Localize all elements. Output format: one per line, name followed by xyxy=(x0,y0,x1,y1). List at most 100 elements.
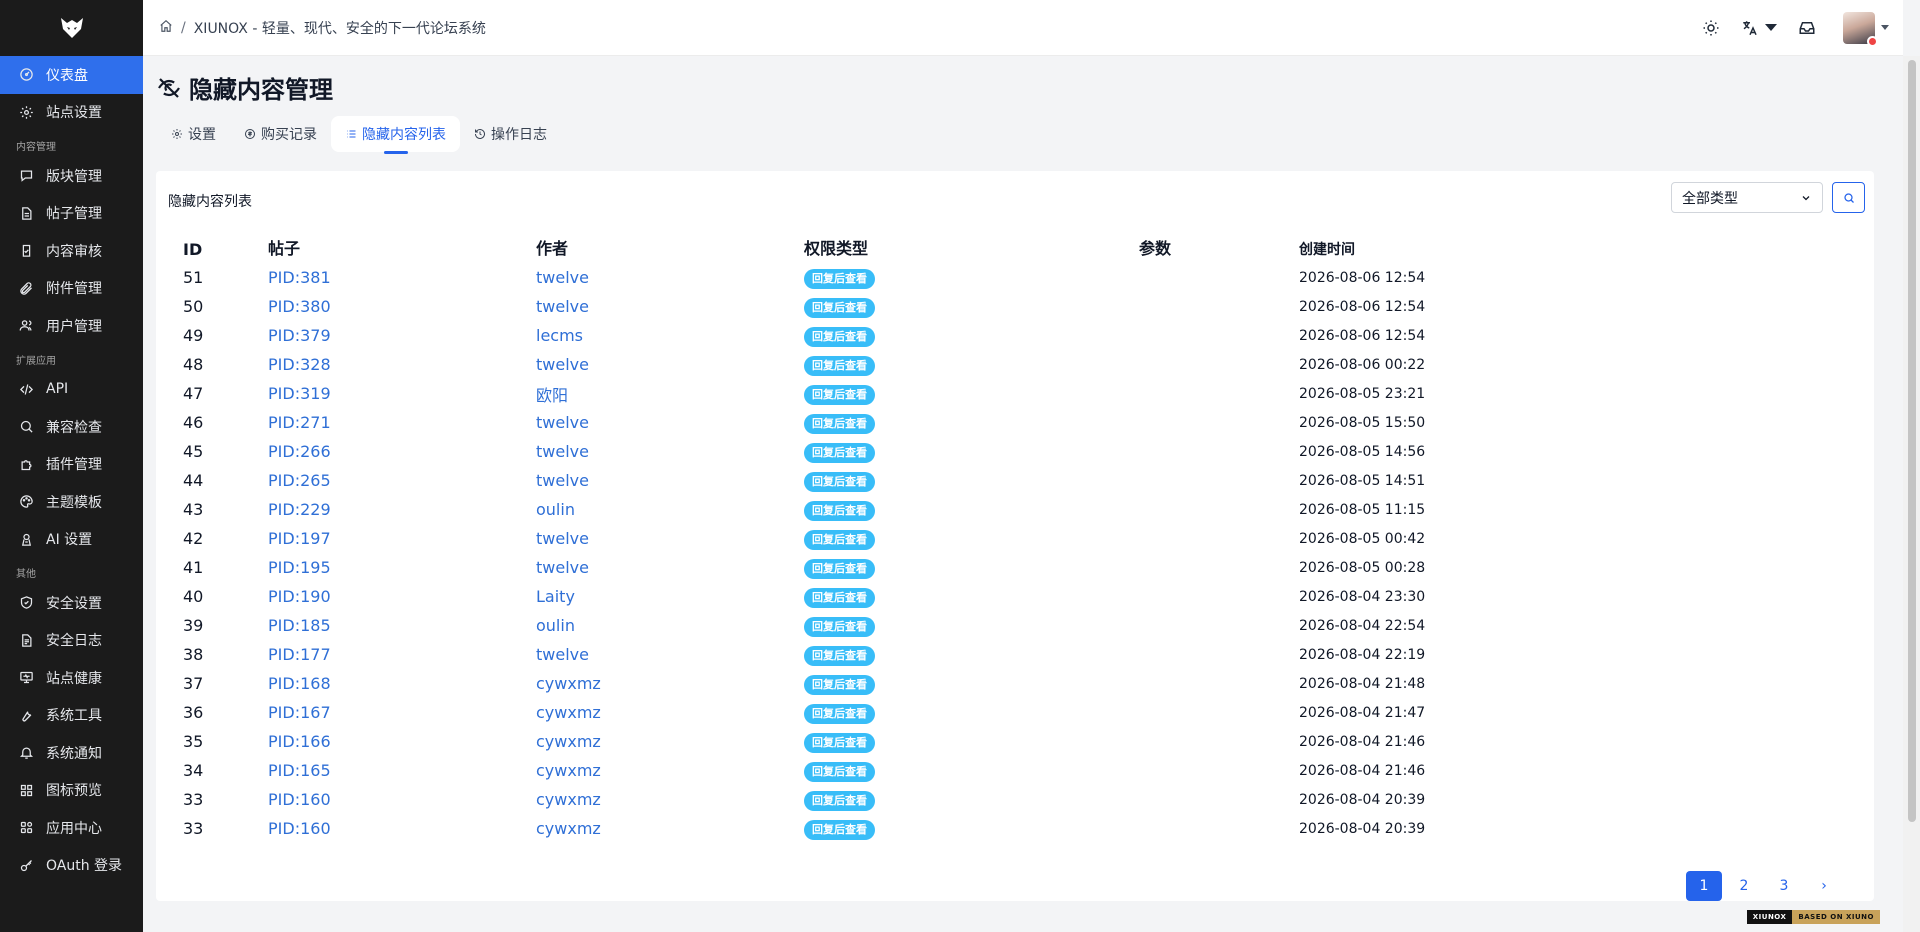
page-button-3[interactable]: 3 xyxy=(1766,871,1802,901)
tab-coin[interactable]: 购买记录 xyxy=(230,116,331,152)
sidebar-item-bell[interactable]: 系统通知 xyxy=(0,734,143,772)
tab-gear[interactable]: 设置 xyxy=(157,116,230,152)
author-link[interactable]: twelve xyxy=(536,645,589,664)
sidebar-item-wrench[interactable]: 系统工具 xyxy=(0,697,143,735)
cell-created-at: 2026-08-04 22:54 xyxy=(1299,617,1426,634)
user-menu[interactable] xyxy=(1843,11,1889,47)
permission-type-badge: 回复后查看 xyxy=(804,558,875,579)
permission-type-badge: 回复后查看 xyxy=(804,297,875,318)
post-link[interactable]: PID:168 xyxy=(268,674,331,693)
sidebar-item-grid[interactable]: 图标预览 xyxy=(0,772,143,810)
author-link[interactable]: twelve xyxy=(536,355,589,374)
scrollbar-thumb[interactable] xyxy=(1908,60,1916,822)
sidebar-item-palette[interactable]: 主题模板 xyxy=(0,483,143,521)
author-link[interactable]: twelve xyxy=(536,442,589,461)
cell-id: 34 xyxy=(183,761,204,780)
next-page-button[interactable]: › xyxy=(1806,871,1842,901)
author-link[interactable]: 欧阳 xyxy=(536,386,568,405)
post-link[interactable]: PID:271 xyxy=(268,413,331,432)
tab-list[interactable]: 隐藏内容列表 xyxy=(331,116,460,152)
permission-type-badge: 回复后查看 xyxy=(804,413,875,434)
sidebar: 仪表盘 站点设置 内容管理 版块管理 帖子管理 内容审核 附件管理 用户管理 扩展应用 API 兼容… xyxy=(0,0,143,932)
permission-type-badge: 回复后查看 xyxy=(804,761,875,782)
sidebar-item-apps[interactable]: 应用中心 xyxy=(0,809,143,847)
post-link[interactable]: PID:381 xyxy=(268,268,331,287)
post-link[interactable]: PID:167 xyxy=(268,703,331,722)
author-link[interactable]: oulin xyxy=(536,616,575,635)
post-link[interactable]: PID:165 xyxy=(268,761,331,780)
sidebar-item-log[interactable]: 安全日志 xyxy=(0,622,143,660)
post-link[interactable]: PID:185 xyxy=(268,616,331,635)
author-link[interactable]: cywxmz xyxy=(536,703,601,722)
author-link[interactable]: twelve xyxy=(536,297,589,316)
clipboard-check-icon xyxy=(18,243,34,259)
logo[interactable] xyxy=(0,0,143,56)
post-link[interactable]: PID:160 xyxy=(268,819,331,838)
tab-history[interactable]: 操作日志 xyxy=(460,116,561,152)
author-link[interactable]: cywxmz xyxy=(536,674,601,693)
sidebar-item-shield[interactable]: 安全设置 xyxy=(0,584,143,622)
avatar[interactable] xyxy=(1843,11,1878,47)
theme-toggle-button[interactable] xyxy=(1691,8,1731,48)
post-link[interactable]: PID:190 xyxy=(268,587,331,606)
sidebar-item-chat-bubble[interactable]: 版块管理 xyxy=(0,157,143,195)
author-link[interactable]: twelve xyxy=(536,558,589,577)
page-button-1[interactable]: 1 xyxy=(1686,871,1722,901)
post-link[interactable]: PID:177 xyxy=(268,645,331,664)
page-button-2[interactable]: 2 xyxy=(1726,871,1762,901)
main-content: 隐藏内容管理 设置 购买记录 隐藏内容列表 操作日志 隐藏内容列表 全部类型 ID 帖… xyxy=(143,56,1903,932)
author-link[interactable]: lecms xyxy=(536,326,583,345)
author-link[interactable]: twelve xyxy=(536,413,589,432)
sidebar-item-users[interactable]: 用户管理 xyxy=(0,307,143,345)
sidebar-item-clipboard-check[interactable]: 内容审核 xyxy=(0,232,143,270)
search-icon xyxy=(1843,192,1854,203)
author-link[interactable]: twelve xyxy=(536,529,589,548)
sidebar-item-dashboard[interactable]: 仪表盘 xyxy=(0,56,143,94)
cell-created-at: 2026-08-05 14:56 xyxy=(1299,443,1426,460)
powered-by-badge[interactable]: XIUNOX BASED ON XIUNO xyxy=(1746,910,1880,924)
post-link[interactable]: PID:379 xyxy=(268,326,331,345)
sidebar-item-monitor[interactable]: 站点健康 xyxy=(0,659,143,697)
post-link[interactable]: PID:380 xyxy=(268,297,331,316)
translate-icon xyxy=(1743,20,1757,35)
author-link[interactable]: Laity xyxy=(536,587,575,606)
post-link[interactable]: PID:197 xyxy=(268,529,331,548)
author-link[interactable]: twelve xyxy=(536,268,589,287)
author-link[interactable]: cywxmz xyxy=(536,819,601,838)
post-link[interactable]: PID:195 xyxy=(268,558,331,577)
author-link[interactable]: cywxmz xyxy=(536,732,601,751)
page-scrollbar[interactable] xyxy=(1903,56,1920,932)
sidebar-item-document[interactable]: 帖子管理 xyxy=(0,195,143,233)
inbox-button[interactable] xyxy=(1787,8,1827,48)
post-link[interactable]: PID:160 xyxy=(268,790,331,809)
post-link[interactable]: PID:229 xyxy=(268,500,331,519)
sidebar-item-code[interactable]: API xyxy=(0,371,143,409)
post-link[interactable]: PID:265 xyxy=(268,471,331,490)
table-row: 36 PID:167 cywxmz 回复后查看 2026-08-04 21:47 xyxy=(156,698,1874,727)
sidebar-item-search[interactable]: 兼容检查 xyxy=(0,408,143,446)
author-link[interactable]: twelve xyxy=(536,471,589,490)
author-link[interactable]: oulin xyxy=(536,500,575,519)
table-row: 50 PID:380 twelve 回复后查看 2026-08-06 12:54 xyxy=(156,292,1874,321)
post-link[interactable]: PID:166 xyxy=(268,732,331,751)
home-icon[interactable] xyxy=(159,19,173,37)
sidebar-item-gear[interactable]: 站点设置 xyxy=(0,94,143,132)
table-row: 39 PID:185 oulin 回复后查看 2026-08-04 22:54 xyxy=(156,611,1874,640)
sidebar-item-puzzle[interactable]: 插件管理 xyxy=(0,446,143,484)
sidebar-item-paperclip[interactable]: 附件管理 xyxy=(0,270,143,308)
post-link[interactable]: PID:266 xyxy=(268,442,331,461)
post-link[interactable]: PID:319 xyxy=(268,384,331,403)
post-link[interactable]: PID:328 xyxy=(268,355,331,374)
table-row: 46 PID:271 twelve 回复后查看 2026-08-05 15:50 xyxy=(156,408,1874,437)
type-filter-select[interactable]: 全部类型 xyxy=(1671,182,1823,213)
sidebar-item-label: 版块管理 xyxy=(46,168,102,185)
author-link[interactable]: cywxmz xyxy=(536,761,601,780)
sidebar-item-key[interactable]: OAuth 登录 xyxy=(0,847,143,885)
search-button[interactable] xyxy=(1832,182,1865,213)
breadcrumb-title[interactable]: XIUNOX - 轻量、现代、安全的下一代论坛系统 xyxy=(194,18,486,38)
author-link[interactable]: cywxmz xyxy=(536,790,601,809)
sidebar-item-label: 帖子管理 xyxy=(46,206,102,223)
language-switcher[interactable] xyxy=(1731,19,1787,37)
tab-label: 操作日志 xyxy=(491,127,547,143)
sidebar-item-ai[interactable]: AI 设置 xyxy=(0,521,143,559)
